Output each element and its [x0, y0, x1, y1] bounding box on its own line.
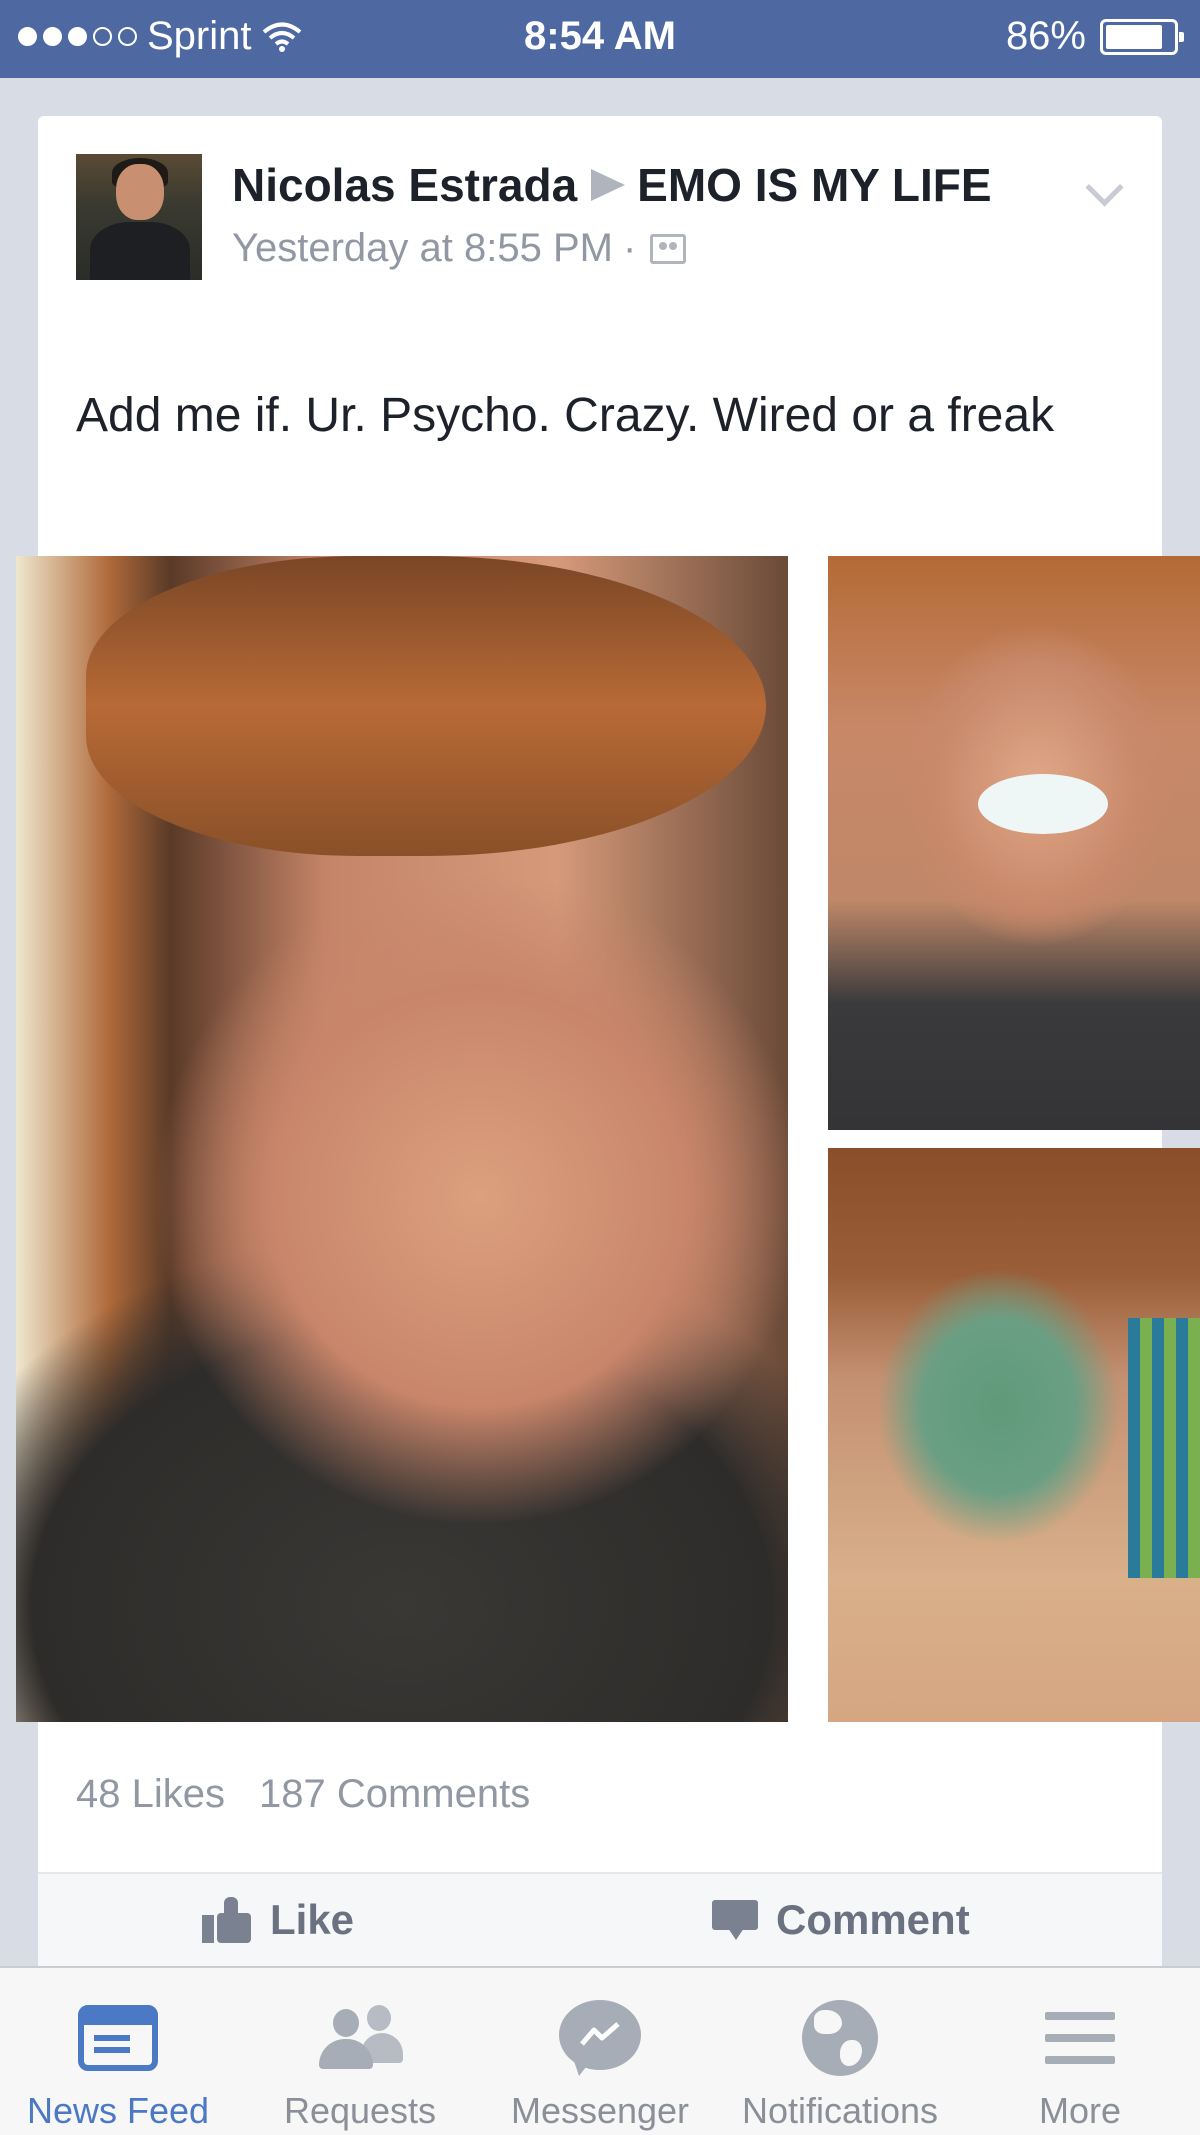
battery-percent: 86% — [1005, 14, 1086, 58]
status-right: 86% — [1005, 14, 1184, 59]
tab-label: Messenger — [510, 2090, 690, 2131]
post-text: Add me if. Ur. Psycho. Crazy. Wired or a… — [76, 389, 1055, 442]
menu-icon — [1045, 2010, 1115, 2066]
like-label: Like — [270, 1896, 355, 1943]
timestamp-separator: · — [622, 226, 637, 270]
author-line: Nicolas Estrada EMO IS MY LIFE — [232, 154, 1052, 216]
post-stats: 48 Likes 187 Comments — [76, 1772, 530, 1817]
tab-label: News Feed — [26, 2090, 210, 2131]
post-card: Nicolas Estrada EMO IS MY LIFE Yesterday … — [16, 116, 1200, 1978]
post-timestamp-row: Yesterday at 8:55 PM · — [232, 226, 1052, 271]
tab-notifications[interactable]: Notifications — [720, 1994, 960, 2132]
group-name[interactable]: EMO IS MY LIFE — [637, 159, 991, 211]
post-action-bar: Like Comment — [38, 1872, 1162, 1978]
thumbs-up-icon — [202, 1897, 252, 1943]
chevron-down-icon[interactable] — [1085, 168, 1124, 207]
author-avatar[interactable] — [76, 154, 202, 280]
news-feed-icon — [78, 2005, 158, 2071]
arrow-right-icon — [591, 168, 626, 201]
likes-count[interactable]: 48 Likes — [76, 1772, 225, 1817]
status-bar: Sprint 8:54 AM 86% — [0, 0, 1200, 78]
post-photo-main[interactable] — [16, 556, 788, 1722]
tab-label: Requests — [283, 2090, 437, 2131]
post-timestamp[interactable]: Yesterday at 8:55 PM — [232, 226, 613, 271]
post-header: Nicolas Estrada EMO IS MY LIFE Yesterday … — [232, 154, 1052, 271]
comment-button[interactable]: Comment — [712, 1896, 970, 1944]
battery-icon — [1100, 18, 1184, 55]
comment-bubble-icon — [712, 1900, 758, 1940]
tab-label: Notifications — [741, 2090, 939, 2131]
tab-label: More — [1038, 2090, 1122, 2131]
bottom-tab-bar: News Feed Requests Messenger Notificatio… — [0, 1966, 1200, 2135]
messenger-icon — [559, 2000, 641, 2076]
comments-count[interactable]: 187 Comments — [259, 1772, 530, 1817]
globe-icon — [802, 2000, 878, 2076]
tab-news-feed[interactable]: News Feed — [0, 1994, 238, 2132]
author-name[interactable]: Nicolas Estrada — [232, 159, 577, 211]
post-photo-top-right[interactable] — [828, 556, 1200, 1130]
like-button[interactable]: Like — [202, 1896, 354, 1944]
group-audience-icon — [650, 233, 687, 264]
tab-requests[interactable]: Requests — [240, 1994, 480, 2132]
tab-messenger[interactable]: Messenger — [480, 1994, 720, 2132]
post-photo-bottom-right[interactable] — [828, 1148, 1200, 1722]
tab-more[interactable]: More — [960, 1994, 1200, 2132]
comment-label: Comment — [776, 1896, 970, 1943]
friend-requests-icon — [317, 2005, 403, 2071]
